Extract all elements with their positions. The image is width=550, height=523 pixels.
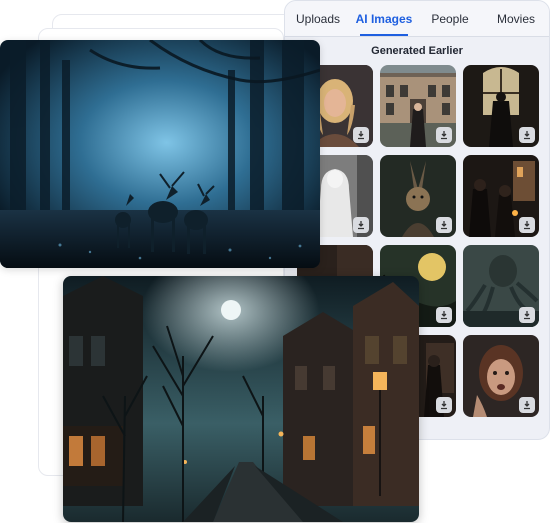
moonlit-street-image — [63, 276, 419, 522]
download-icon — [441, 221, 447, 230]
download-icon — [358, 221, 364, 230]
tab-bar: Uploads AI Images People Movies — [285, 1, 549, 37]
download-icon — [441, 311, 447, 320]
tab-ai-images[interactable]: AI Images — [351, 1, 417, 36]
download-icon — [524, 221, 530, 230]
tab-movies[interactable]: Movies — [483, 1, 549, 36]
download-icon — [358, 131, 364, 140]
download-icon — [524, 401, 530, 410]
thumbnail-women-candle[interactable] — [463, 155, 539, 237]
tab-uploads[interactable]: Uploads — [285, 1, 351, 36]
download-button[interactable] — [519, 127, 535, 143]
download-button[interactable] — [353, 217, 369, 233]
tab-people[interactable]: People — [417, 1, 483, 36]
thumbnail-figure-window[interactable] — [463, 65, 539, 147]
download-icon — [524, 131, 530, 140]
download-button[interactable] — [436, 127, 452, 143]
download-button[interactable] — [353, 127, 369, 143]
download-button[interactable] — [436, 307, 452, 323]
download-icon — [441, 401, 447, 410]
download-button[interactable] — [436, 217, 452, 233]
download-button[interactable] — [519, 307, 535, 323]
thumbnail-rabbit-creature[interactable] — [380, 155, 456, 237]
download-button[interactable] — [519, 217, 535, 233]
download-button[interactable] — [519, 397, 535, 413]
download-icon — [524, 311, 530, 320]
thumbnail-octopus[interactable] — [463, 245, 539, 327]
forest-deer-image — [0, 40, 320, 268]
thumbnail-frightened-woman[interactable] — [463, 335, 539, 417]
thumbnail-woman-building[interactable] — [380, 65, 456, 147]
download-icon — [441, 131, 447, 140]
section-title: Generated Earlier — [371, 45, 463, 57]
download-button[interactable] — [436, 397, 452, 413]
